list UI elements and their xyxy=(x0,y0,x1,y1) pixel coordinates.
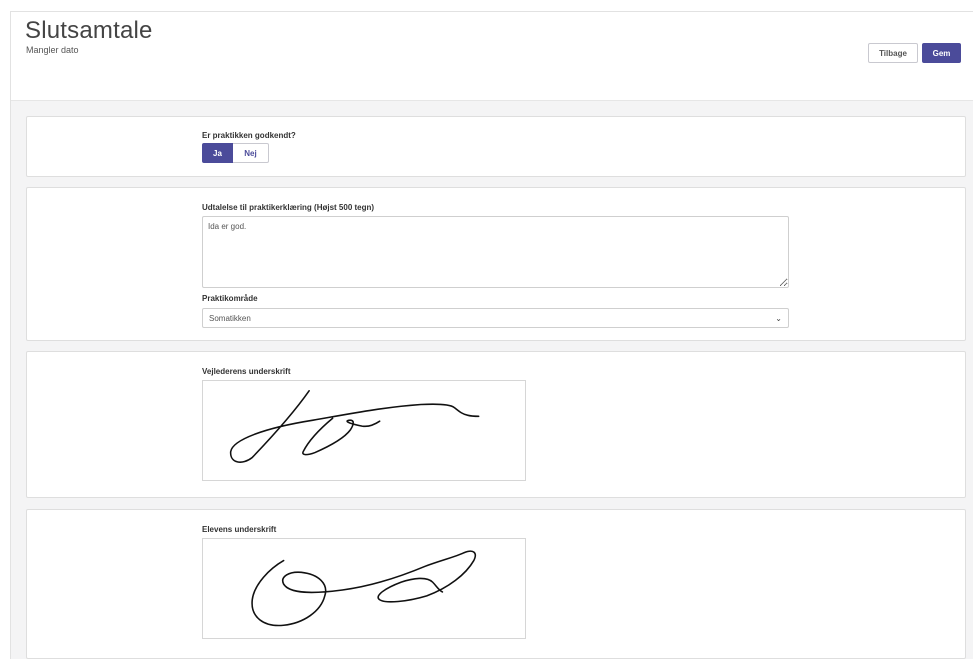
approval-toggle: Ja Nej xyxy=(202,143,269,163)
page-subtitle: Mangler dato xyxy=(26,45,79,55)
app-frame: Slutsamtale Mangler dato Tilbage Gem Er … xyxy=(10,11,973,659)
student-signature-label: Elevens underskrift xyxy=(202,525,277,534)
approval-question: Er praktikken godkendt? xyxy=(202,131,296,140)
supervisor-signature-label: Vejlederens underskrift xyxy=(202,367,291,376)
no-toggle-button[interactable]: Nej xyxy=(233,143,269,163)
page-header: Slutsamtale Mangler dato Tilbage Gem xyxy=(11,12,973,101)
student-signature-card: Elevens underskrift xyxy=(26,509,966,659)
save-button[interactable]: Gem xyxy=(922,43,961,63)
statement-textarea[interactable]: Ida er god. xyxy=(202,216,789,288)
practice-area-select[interactable]: Somatikken ⌄ xyxy=(202,308,789,328)
supervisor-signature-card: Vejlederens underskrift xyxy=(26,351,966,498)
statement-label: Udtalelse til praktikerklæring (Højst 50… xyxy=(202,203,375,212)
practice-area-label: Praktikområde xyxy=(202,294,258,303)
practice-area-value: Somatikken xyxy=(209,313,251,323)
approval-card: Er praktikken godkendt? Ja Nej xyxy=(26,116,966,177)
supervisor-signature-pad[interactable] xyxy=(202,380,526,481)
supervisor-signature-drawing xyxy=(229,390,480,463)
back-button[interactable]: Tilbage xyxy=(868,43,918,63)
yes-toggle-button[interactable]: Ja xyxy=(202,143,233,163)
student-signature-pad[interactable] xyxy=(202,538,526,639)
page-title: Slutsamtale xyxy=(25,17,153,44)
chevron-down-icon: ⌄ xyxy=(775,313,782,323)
statement-card: Udtalelse til praktikerklæring (Højst 50… xyxy=(26,187,966,341)
student-signature-drawing xyxy=(251,550,477,627)
